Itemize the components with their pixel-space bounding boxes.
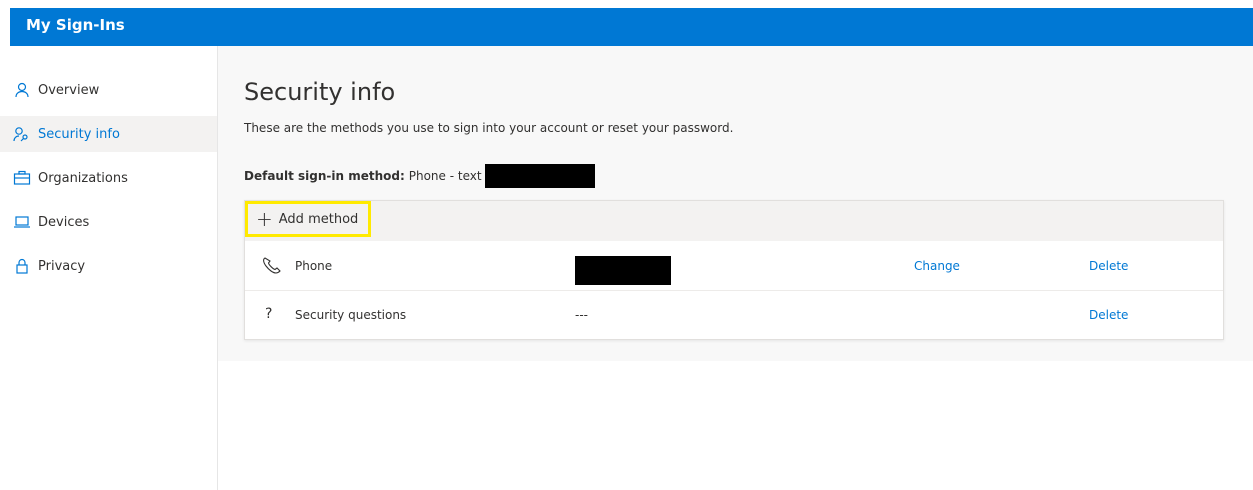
app-title[interactable]: My Sign-Ins bbox=[26, 16, 125, 34]
redacted-block bbox=[484, 164, 595, 188]
sidebar-item-label: Organizations bbox=[38, 170, 128, 186]
top-bar: My Sign-Ins bbox=[10, 8, 1253, 46]
method-name: Security questions bbox=[295, 308, 407, 322]
delete-link[interactable]: Delete bbox=[1089, 308, 1128, 322]
method-detail: --- bbox=[575, 308, 588, 322]
sidebar-item-label: Overview bbox=[38, 82, 100, 98]
add-method-bar: + Add method bbox=[245, 201, 1223, 241]
question-icon: ? bbox=[265, 306, 273, 322]
sidebar-item-overview[interactable]: Overview bbox=[0, 72, 217, 108]
methods-card: + Add method Phone Change Delete ? Secur… bbox=[244, 200, 1224, 340]
briefcase-icon bbox=[12, 170, 32, 186]
add-method-label: Add method bbox=[278, 211, 359, 227]
sidebar: Overview Security info Organizations Dev… bbox=[0, 46, 218, 490]
sidebar-item-security-info[interactable]: Security info bbox=[0, 116, 217, 152]
delete-link[interactable]: Delete bbox=[1089, 259, 1128, 273]
laptop-icon bbox=[12, 214, 32, 230]
method-name: Phone bbox=[295, 259, 333, 273]
method-row-phone: Phone Change Delete bbox=[245, 242, 1223, 291]
sidebar-item-label: Privacy bbox=[38, 258, 86, 274]
default-sign-in-method: Default sign-in method: Phone - text bbox=[244, 164, 595, 188]
page-subtitle: These are the methods you use to sign in… bbox=[244, 121, 734, 135]
change-link[interactable]: Change bbox=[914, 259, 960, 273]
lock-icon bbox=[12, 258, 32, 274]
sidebar-item-organizations[interactable]: Organizations bbox=[0, 160, 217, 196]
default-method-value: Phone - text bbox=[408, 169, 482, 183]
main-content: Security info These are the methods you … bbox=[218, 46, 1253, 490]
phone-icon bbox=[261, 256, 283, 276]
plus-icon: + bbox=[256, 207, 273, 231]
sidebar-item-privacy[interactable]: Privacy bbox=[0, 248, 217, 284]
content-panel: Security info These are the methods you … bbox=[218, 46, 1253, 361]
sidebar-item-devices[interactable]: Devices bbox=[0, 204, 217, 240]
sidebar-item-label: Devices bbox=[38, 214, 90, 230]
page-title: Security info bbox=[244, 78, 396, 106]
redacted-block bbox=[575, 256, 671, 285]
person-key-icon bbox=[12, 126, 32, 142]
add-method-button[interactable]: + Add method bbox=[245, 201, 371, 237]
method-row-security-questions: ? Security questions --- Delete bbox=[245, 291, 1223, 339]
sidebar-item-label: Security info bbox=[38, 126, 120, 142]
default-method-label: Default sign-in method: bbox=[244, 169, 405, 183]
method-detail bbox=[575, 256, 671, 288]
person-icon bbox=[12, 82, 32, 98]
